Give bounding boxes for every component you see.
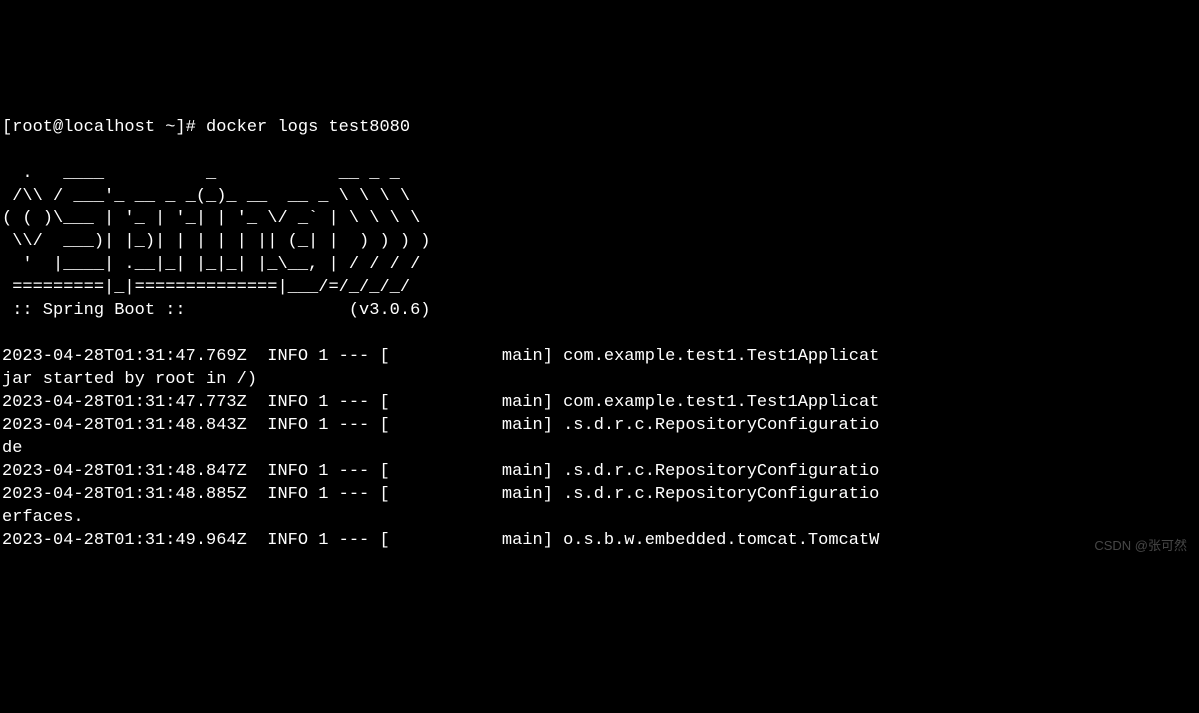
ascii-art-line: ' |____| .__|_| |_|_| |_\__, | / / / /: [2, 255, 420, 274]
watermark-text: CSDN @张可然: [1094, 537, 1187, 555]
ascii-art-line: \\/ ___)| |_)| | | | | || (_| | ) ) ) ): [2, 232, 430, 251]
log-line: 2023-04-28T01:31:48.847Z INFO 1 --- [ ma…: [2, 462, 879, 481]
log-line: 2023-04-28T01:31:48.885Z INFO 1 --- [ ma…: [2, 485, 879, 504]
terminal-output: [root@localhost ~]# docker logs test8080…: [2, 94, 1199, 553]
log-line: de: [2, 439, 22, 458]
log-line: erfaces.: [2, 508, 84, 527]
spring-boot-version: :: Spring Boot :: (v3.0.6): [2, 301, 430, 320]
ascii-art-line: /\\ / ___'_ __ _ _(_)_ __ __ _ \ \ \ \: [2, 187, 410, 206]
shell-command: docker logs test8080: [206, 118, 410, 137]
log-line: 2023-04-28T01:31:48.843Z INFO 1 --- [ ma…: [2, 416, 879, 435]
ascii-art-line: . ____ _ __ _ _: [2, 164, 400, 183]
log-line: 2023-04-28T01:31:47.769Z INFO 1 --- [ ma…: [2, 347, 879, 366]
shell-prompt: [root@localhost ~]#: [2, 118, 206, 137]
ascii-art-line: ( ( )\___ | '_ | '_| | '_ \/ _` | \ \ \ …: [2, 209, 420, 228]
log-line: jar started by root in /): [2, 370, 257, 389]
command-line: [root@localhost ~]# docker logs test8080: [2, 118, 410, 137]
ascii-art-line: =========|_|==============|___/=/_/_/_/: [2, 278, 410, 297]
log-line: 2023-04-28T01:31:47.773Z INFO 1 --- [ ma…: [2, 393, 879, 412]
log-line: 2023-04-28T01:31:49.964Z INFO 1 --- [ ma…: [2, 531, 879, 550]
